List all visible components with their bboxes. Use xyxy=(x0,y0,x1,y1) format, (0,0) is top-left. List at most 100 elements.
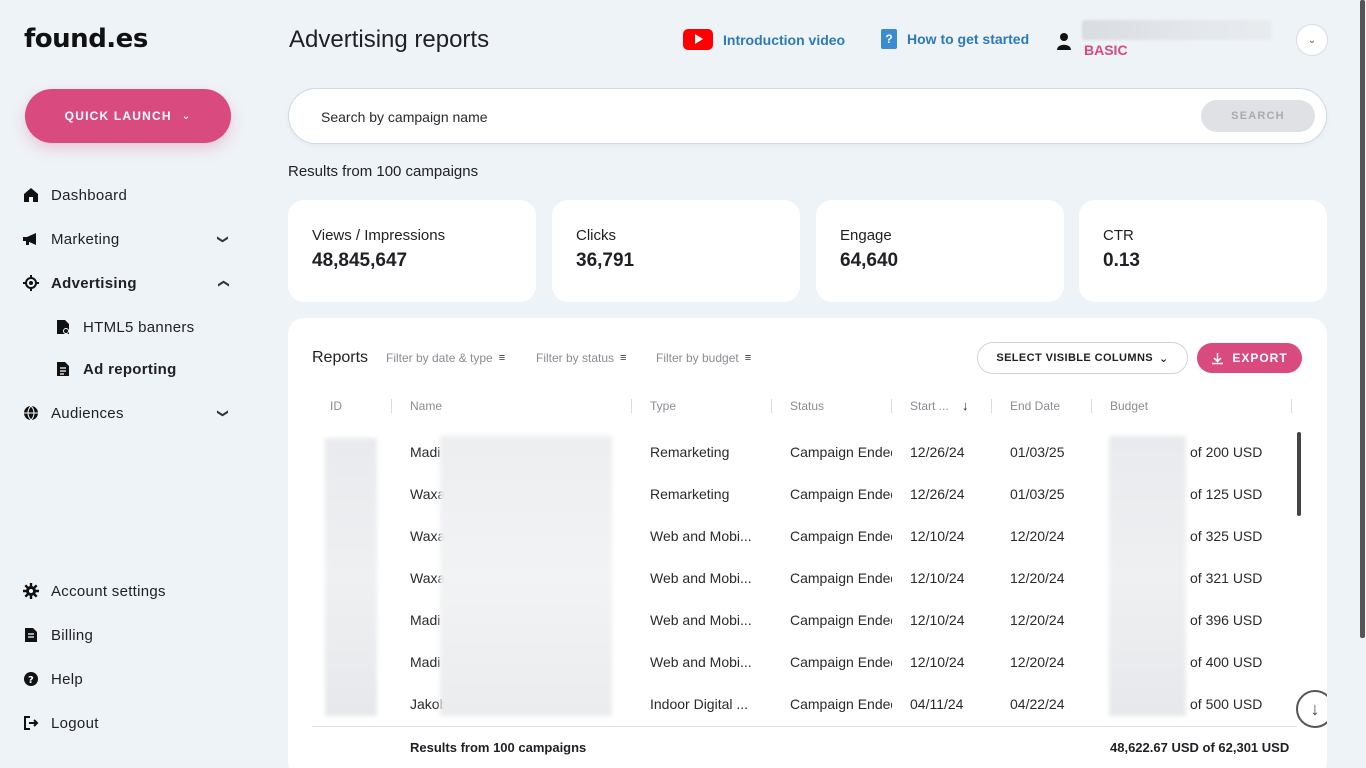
search-button[interactable]: SEARCH xyxy=(1201,100,1315,132)
column-header-status[interactable]: Status xyxy=(790,399,824,413)
stat-label: Views / Impressions xyxy=(312,227,446,244)
cell-start: 12/26/24 xyxy=(910,444,965,460)
stat-label: CTR xyxy=(1103,227,1134,244)
search-bar: SEARCH xyxy=(288,88,1327,144)
stat-label: Engage xyxy=(840,227,892,244)
filter-icon: ≡ xyxy=(498,352,506,364)
intro-video-label: Introduction video xyxy=(723,31,846,48)
column-header-name[interactable]: Name xyxy=(410,399,442,413)
table-scrollbar[interactable] xyxy=(1297,432,1301,516)
sidebar-item-html5-banners[interactable]: HTML5 banners xyxy=(54,315,194,339)
cell-start: 12/10/24 xyxy=(910,570,965,586)
filter-status[interactable]: Filter by status ≡ xyxy=(536,351,626,365)
filter-label: Filter by status xyxy=(536,351,615,365)
how-to-label: How to get started xyxy=(907,31,1030,47)
column-divider[interactable] xyxy=(991,399,992,413)
export-label: EXPORT xyxy=(1232,351,1288,365)
name-column-redacted xyxy=(440,436,612,716)
cell-status: Campaign Ended xyxy=(790,570,892,586)
select-columns-label: SELECT VISIBLE COLUMNS xyxy=(996,352,1154,364)
gear-icon xyxy=(22,582,40,600)
cell-type: Web and Mobi... xyxy=(650,612,752,628)
cell-end: 12/20/24 xyxy=(1010,570,1065,586)
column-divider[interactable] xyxy=(391,399,392,413)
column-header-end[interactable]: End Date xyxy=(1010,399,1060,413)
sidebar-item-label: Marketing xyxy=(51,230,120,248)
sidebar-item-billing[interactable]: Billing xyxy=(22,623,93,647)
how-to-link[interactable]: ? How to get started xyxy=(881,29,1029,49)
question-book-icon: ? xyxy=(881,29,897,49)
plan-badge: BASIC xyxy=(1084,42,1128,58)
sidebar-item-dashboard[interactable]: Dashboard xyxy=(22,183,127,207)
reports-panel: Reports Filter by date & type ≡ Filter b… xyxy=(288,318,1327,768)
cell-end: 12/20/24 xyxy=(1010,612,1065,628)
cell-end: 12/20/24 xyxy=(1010,528,1065,544)
select-columns-button[interactable]: SELECT VISIBLE COLUMNS ⌄ xyxy=(977,342,1188,374)
chevron-down-icon[interactable]: ❯ xyxy=(216,234,229,244)
cell-start: 12/10/24 xyxy=(910,612,965,628)
user-name-redacted xyxy=(1082,20,1272,40)
reports-title: Reports xyxy=(312,349,369,366)
cell-status: Campaign Ended xyxy=(790,612,892,628)
cell-budget: of 125 USD xyxy=(1190,486,1263,502)
cell-type: Web and Mobi... xyxy=(650,528,752,544)
page-scrollbar[interactable] xyxy=(1360,0,1365,638)
filter-icon: ≡ xyxy=(744,352,752,364)
cell-start: 12/10/24 xyxy=(910,528,965,544)
search-input[interactable] xyxy=(321,107,1181,127)
billing-doc-icon xyxy=(22,626,40,644)
globe-icon xyxy=(22,404,40,422)
filter-date-type[interactable]: Filter by date & type ≡ xyxy=(386,351,505,365)
report-doc-icon xyxy=(54,360,72,378)
sidebar-item-label: Advertising xyxy=(51,274,137,292)
sidebar-item-marketing[interactable]: Marketing ❯ xyxy=(22,227,228,251)
sidebar-item-label: Help xyxy=(51,670,84,688)
cell-end: 01/03/25 xyxy=(1010,486,1065,502)
download-icon xyxy=(1212,352,1224,364)
intro-video-link[interactable]: Introduction video xyxy=(683,29,845,50)
column-divider[interactable] xyxy=(771,399,772,413)
user-menu-button[interactable]: ⌄ xyxy=(1296,24,1328,56)
sidebar-item-help[interactable]: ? Help xyxy=(22,667,83,691)
results-count: Results from 100 campaigns xyxy=(288,163,479,180)
cell-start: 04/11/24 xyxy=(910,696,964,712)
column-header-type[interactable]: Type xyxy=(650,399,676,413)
cell-budget: of 325 USD xyxy=(1190,528,1263,544)
scroll-down-button[interactable]: ↓ xyxy=(1296,690,1327,728)
column-header-start[interactable]: Start ... xyxy=(910,399,949,413)
filter-budget[interactable]: Filter by budget ≡ xyxy=(656,351,751,365)
column-divider[interactable] xyxy=(1091,399,1092,413)
id-column-redacted xyxy=(325,438,377,716)
quick-launch-button[interactable]: QUICK LAUNCH ⌄ xyxy=(25,89,231,143)
column-divider[interactable] xyxy=(891,399,892,413)
sidebar-item-audiences[interactable]: Audiences ❯ xyxy=(22,401,228,425)
help-icon: ? xyxy=(22,670,40,688)
cell-status: Campaign Ended xyxy=(790,486,892,502)
sidebar-item-account-settings[interactable]: Account settings xyxy=(22,579,166,603)
column-header-id[interactable]: ID xyxy=(330,399,342,413)
stat-card-views: Views / Impressions 48,845,647 xyxy=(288,200,536,302)
cell-budget: of 400 USD xyxy=(1190,654,1263,670)
filter-icon: ≡ xyxy=(620,352,627,364)
cell-status: Campaign Ended xyxy=(790,696,892,712)
sidebar-item-ad-reporting[interactable]: Ad reporting xyxy=(54,357,177,381)
stat-value: 64,640 xyxy=(840,250,899,271)
sidebar-item-advertising[interactable]: Advertising ❯ xyxy=(22,271,229,295)
column-divider[interactable] xyxy=(1291,399,1292,413)
stat-value: 0.13 xyxy=(1103,250,1140,271)
cell-type: Remarketing xyxy=(650,486,730,502)
chevron-down-icon[interactable]: ❯ xyxy=(216,408,229,418)
sort-desc-icon[interactable]: ↓ xyxy=(962,398,969,413)
chevron-up-icon[interactable]: ❯ xyxy=(216,278,229,288)
cell-status: Campaign Ended xyxy=(790,654,892,670)
sidebar-item-logout[interactable]: Logout xyxy=(22,711,99,735)
cell-budget: of 396 USD xyxy=(1190,612,1263,628)
cell-type: Web and Mobi... xyxy=(650,570,752,586)
svg-text:?: ? xyxy=(28,675,34,686)
column-header-budget[interactable]: Budget xyxy=(1110,399,1148,413)
column-divider[interactable] xyxy=(631,399,632,413)
logo[interactable]: found.es xyxy=(24,24,148,54)
sidebar-item-label: HTML5 banners xyxy=(83,318,195,336)
export-button[interactable]: EXPORT xyxy=(1197,343,1302,373)
home-icon xyxy=(22,186,40,204)
